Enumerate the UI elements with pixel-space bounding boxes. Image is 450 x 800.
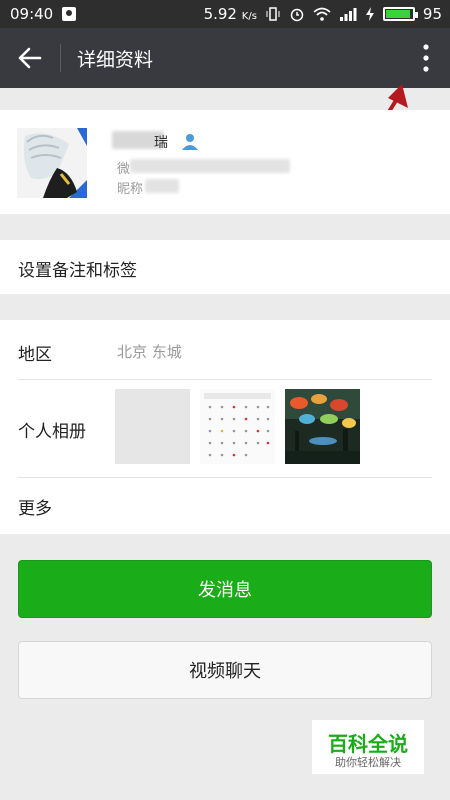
album-thumbnail[interactable] <box>115 389 190 464</box>
battery-fill <box>385 10 411 18</box>
album-label: 个人相册 <box>18 422 86 442</box>
contact-person-icon <box>182 134 198 150</box>
network-unit: K/s <box>241 11 257 22</box>
signal-icon <box>339 8 357 21</box>
video-chat-button[interactable]: 视频聊天 <box>18 641 432 699</box>
more-vertical-icon[interactable] <box>420 43 432 73</box>
remark-tags-row[interactable]: 设置备注和标签 <box>0 240 450 294</box>
title-bar: 详细资料 <box>0 28 450 88</box>
nickname-redacted <box>145 179 179 193</box>
nickname-label: 昵称 <box>117 182 144 197</box>
contact-name: 瑞 <box>154 135 168 151</box>
alarm-icon <box>290 8 304 22</box>
remark-tags-label: 设置备注和标签 <box>18 261 137 281</box>
watermark-title: 百科全说 <box>328 732 408 756</box>
battery-level: 95 <box>422 5 442 23</box>
battery-icon <box>382 7 418 21</box>
page-title: 详细资料 <box>77 49 154 71</box>
watermark-subtitle: 助你轻松解决 <box>335 756 401 769</box>
charging-icon <box>365 7 374 21</box>
more-label: 更多 <box>18 499 52 519</box>
profile-card[interactable]: 瑞 微 昵称 <box>0 110 450 214</box>
wifi-icon <box>313 7 331 21</box>
notification-icon <box>62 7 77 21</box>
vibrate-icon <box>266 7 280 21</box>
title-divider <box>60 44 61 72</box>
watermark-logo: 百科全说 助你轻松解决 <box>312 720 424 774</box>
album-thumbnail[interactable] <box>285 389 360 464</box>
avatar[interactable] <box>17 128 87 198</box>
more-row[interactable]: 更多 <box>0 478 450 534</box>
region-label: 地区 <box>18 345 52 365</box>
back-arrow-icon[interactable] <box>16 44 44 72</box>
region-value: 北京 东城 <box>117 343 182 361</box>
album-thumbnail[interactable] <box>200 389 275 464</box>
wechat-id-redacted <box>130 159 290 173</box>
send-message-button[interactable]: 发消息 <box>18 560 432 618</box>
status-bar: 09:40 5.92 K/s 95 <box>0 0 450 28</box>
network-speed: 5.92 K/s <box>203 5 257 23</box>
status-time: 09:40 <box>10 5 54 23</box>
wechat-id-label: 微 <box>117 162 131 177</box>
